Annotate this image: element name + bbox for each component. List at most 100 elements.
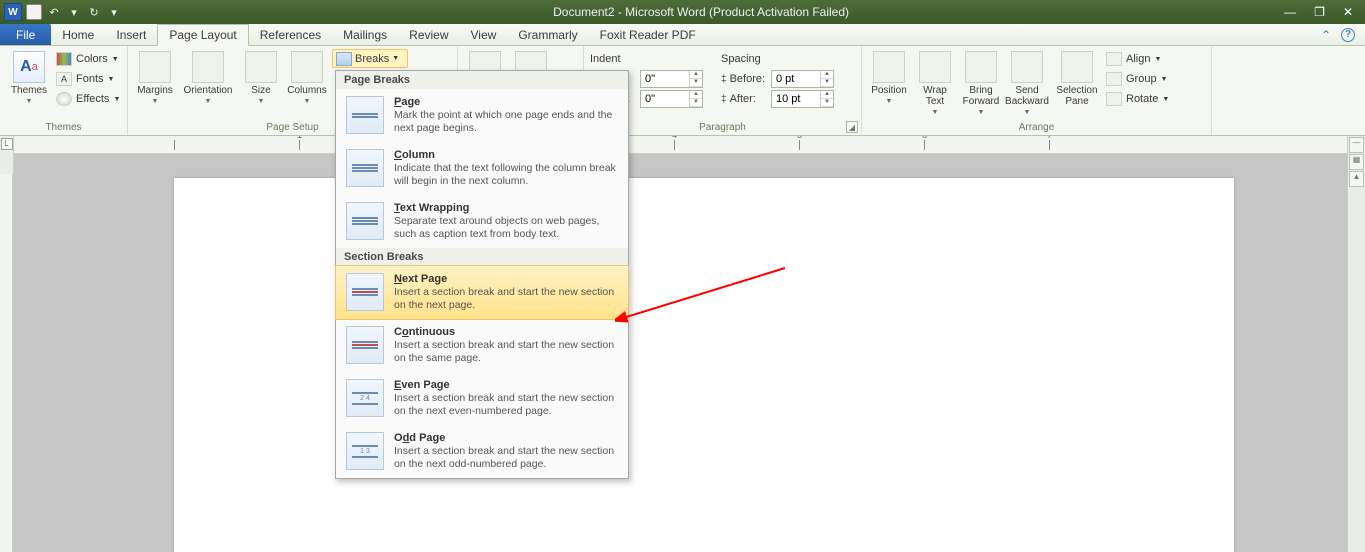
spacing-after-label: ‡After:	[721, 93, 767, 105]
redo-icon[interactable]: ▾	[66, 4, 82, 20]
workspace: L 1 2 3 4 5 6 7 — ▦ ▲	[0, 136, 1365, 552]
ribbon-minimize-icon[interactable]: ⌃	[1321, 28, 1331, 42]
chevron-down-icon: ▼	[26, 98, 33, 105]
tab-view[interactable]: View	[460, 24, 508, 45]
word-app-icon[interactable]: W	[4, 3, 22, 21]
tab-home[interactable]: Home	[51, 24, 105, 45]
close-button[interactable]: ✕	[1343, 5, 1353, 19]
break-even-page-item[interactable]: 2 4 Even PageInsert a section break and …	[336, 372, 628, 425]
after-icon: ‡	[721, 94, 727, 105]
wrap-text-button[interactable]: Wrap Text▼	[914, 49, 956, 118]
tab-grammarly[interactable]: Grammarly	[507, 24, 588, 45]
tab-insert[interactable]: Insert	[105, 24, 157, 45]
themes-button[interactable]: Aa Themes ▼	[6, 49, 52, 107]
help-icon[interactable]: ?	[1341, 28, 1355, 42]
bring-forward-icon	[965, 51, 997, 83]
bring-forward-button[interactable]: Bring Forward▼	[960, 49, 1002, 118]
file-tab[interactable]: File	[0, 24, 51, 45]
title-bar: W ↶ ▾ ↻ ▾ Document2 - Microsoft Word (Pr…	[0, 0, 1365, 24]
break-next-page-item[interactable]: Next PageInsert a section break and star…	[335, 265, 629, 320]
document-page[interactable]	[174, 178, 1234, 552]
breaks-icon	[336, 52, 352, 66]
indent-right-input[interactable]: ▲▼	[640, 90, 703, 108]
selection-pane-icon	[1061, 51, 1093, 83]
break-text-wrapping-item[interactable]: Text WrappingSeparate text around object…	[336, 195, 628, 248]
tab-selector[interactable]: L	[1, 138, 13, 150]
tab-references[interactable]: References	[249, 24, 332, 45]
spacing-before-label: ‡Before:	[721, 73, 767, 85]
selection-pane-button[interactable]: Selection Pane	[1052, 49, 1102, 109]
horizontal-ruler[interactable]: 1 2 3 4 5 6 7	[14, 136, 1347, 154]
next-page-break-icon	[346, 273, 384, 311]
spacing-after-input[interactable]: ▲▼	[771, 90, 834, 108]
qat-more-icon[interactable]: ▾	[106, 4, 122, 20]
themes-group: Aa Themes ▼ Colors ▼ AFonts ▼ Effects ▼ …	[0, 46, 128, 135]
rotate-icon	[1106, 92, 1122, 106]
indent-left-input[interactable]: ▲▼	[640, 70, 703, 88]
breaks-dropdown: Page Breaks PageMark the point at which …	[335, 70, 629, 479]
tab-foxit[interactable]: Foxit Reader PDF	[589, 24, 707, 45]
send-backward-button[interactable]: Send Backward▼	[1006, 49, 1048, 118]
minimize-button[interactable]: —	[1284, 5, 1296, 19]
colors-icon	[56, 52, 72, 66]
undo-icon[interactable]: ↶	[46, 4, 62, 20]
size-button[interactable]: Size▼	[240, 49, 282, 107]
margins-icon	[139, 51, 171, 83]
text-wrapping-icon	[346, 202, 384, 240]
align-icon	[1106, 52, 1122, 66]
colors-button[interactable]: Colors ▼	[56, 49, 120, 69]
indent-header: Indent	[590, 49, 703, 69]
left-gutter: L	[0, 136, 14, 552]
effects-icon	[56, 92, 72, 106]
columns-button[interactable]: Columns▼	[286, 49, 328, 107]
margins-button[interactable]: Margins▼	[134, 49, 176, 107]
break-page-item[interactable]: PageMark the point at which one page end…	[336, 89, 628, 142]
window-controls: — ❐ ✕	[1276, 5, 1361, 19]
rotate-button[interactable]: Rotate ▼	[1106, 89, 1169, 109]
spacing-header: Spacing	[721, 49, 834, 69]
position-button[interactable]: Position▼	[868, 49, 910, 107]
tab-mailings[interactable]: Mailings	[332, 24, 398, 45]
breaks-button[interactable]: Breaks ▼	[332, 49, 408, 68]
themes-icon: Aa	[13, 51, 45, 83]
break-continuous-item[interactable]: ContinuousInsert a section break and sta…	[336, 319, 628, 372]
maximize-button[interactable]: ❐	[1314, 5, 1325, 19]
size-icon	[245, 51, 277, 83]
save-icon[interactable]	[26, 4, 42, 20]
break-column-item[interactable]: ColumnIndicate that the text following t…	[336, 142, 628, 195]
odd-page-break-icon: 1 3	[346, 432, 384, 470]
spacing-before-input[interactable]: ▲▼	[771, 70, 834, 88]
vertical-scrollbar[interactable]: — ▦ ▲	[1347, 136, 1365, 552]
quick-access-toolbar: W ↶ ▾ ↻ ▾	[0, 3, 126, 21]
continuous-break-icon	[346, 326, 384, 364]
refresh-icon[interactable]: ↻	[86, 4, 102, 20]
ribbon-tabs: File Home Insert Page Layout References …	[0, 24, 1365, 46]
break-odd-page-item[interactable]: 1 3 Odd PageInsert a section break and s…	[336, 425, 628, 478]
group-button[interactable]: Group ▼	[1106, 69, 1169, 89]
tab-review[interactable]: Review	[398, 24, 459, 45]
tab-page-layout[interactable]: Page Layout	[157, 24, 248, 46]
ruler-toggle-icon[interactable]: ▦	[1349, 154, 1364, 170]
paragraph-launcher[interactable]: ◢	[846, 121, 858, 133]
align-button[interactable]: Align ▼	[1106, 49, 1169, 69]
ribbon: Aa Themes ▼ Colors ▼ AFonts ▼ Effects ▼ …	[0, 46, 1365, 136]
wrap-text-icon	[919, 51, 951, 83]
section-breaks-header: Section Breaks	[336, 248, 628, 266]
arrange-group: Position▼ Wrap Text▼ Bring Forward▼ Send…	[862, 46, 1212, 135]
effects-button[interactable]: Effects ▼	[56, 89, 120, 109]
scroll-split-icon[interactable]: —	[1349, 137, 1364, 153]
fonts-icon: A	[56, 72, 72, 86]
position-icon	[873, 51, 905, 83]
fonts-button[interactable]: AFonts ▼	[56, 69, 120, 89]
send-backward-icon	[1011, 51, 1043, 83]
vertical-ruler[interactable]	[0, 174, 13, 552]
orientation-button[interactable]: Orientation▼	[180, 49, 236, 107]
before-icon: ‡	[721, 74, 727, 85]
paragraph-group-label: Paragraph	[590, 120, 855, 135]
scroll-up-icon[interactable]: ▲	[1349, 171, 1364, 187]
page-break-icon	[346, 96, 384, 134]
columns-icon	[291, 51, 323, 83]
orientation-icon	[192, 51, 224, 83]
group-icon	[1106, 72, 1122, 86]
document-area: 1 2 3 4 5 6 7	[14, 136, 1347, 552]
